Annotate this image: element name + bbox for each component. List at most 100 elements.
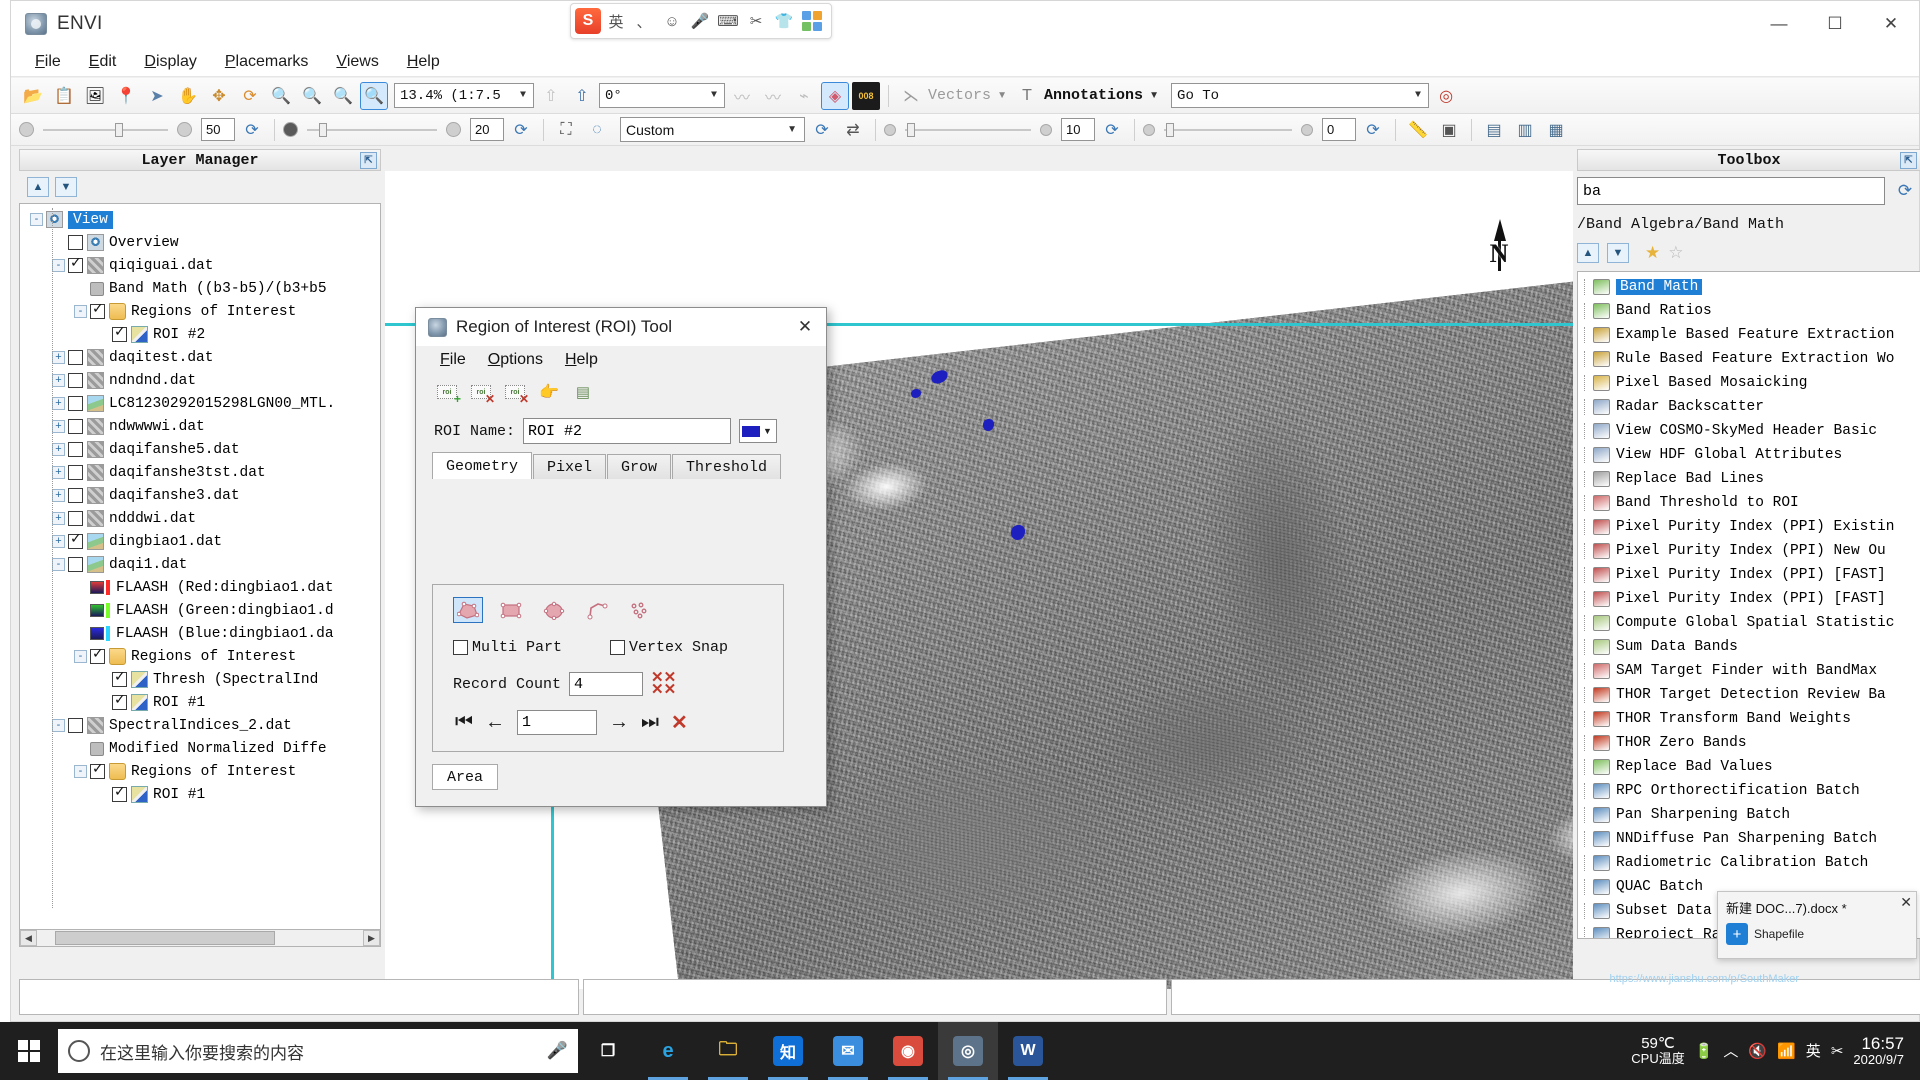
chevron-down-icon[interactable]: ▼ <box>1146 82 1162 110</box>
vectors-label[interactable]: Vectors <box>928 87 991 104</box>
toolbox-item-label[interactable]: Pan Sharpening Batch <box>1616 807 1790 823</box>
polygon-roi-icon[interactable] <box>453 597 483 623</box>
toolbox-item[interactable]: THOR Transform Band Weights <box>1578 707 1920 731</box>
annotations-icon[interactable]: T <box>1013 82 1041 110</box>
toolbox-search-input[interactable]: ba <box>1577 177 1885 205</box>
toolbox-item-label[interactable]: THOR Target Detection Review Ba <box>1616 687 1886 703</box>
contrast-slider[interactable] <box>307 122 437 137</box>
menu-edit[interactable]: Edit <box>77 50 129 74</box>
vertex-snap-checkbox[interactable] <box>610 640 626 655</box>
reset-stretch-icon[interactable]: ⟳ <box>808 116 836 144</box>
roi-name-input[interactable]: ROI #2 <box>523 418 732 444</box>
toolbox-item[interactable]: Sum Data Bands <box>1578 635 1920 659</box>
stretch-auto-icon[interactable]: ◌ <box>583 116 611 144</box>
layer-tree-item[interactable]: + ndndnd.dat <box>20 369 380 392</box>
record-count-input[interactable]: 4 <box>569 672 644 696</box>
layer-tree-item[interactable]: - SpectralIndices_2.dat <box>20 714 380 737</box>
zoom-level-combo[interactable]: 13.4% (1:7.5 ▼ <box>394 83 534 108</box>
layer-label[interactable]: LC81230292015298LGN00_MTL. <box>109 396 335 412</box>
collapse-icon[interactable]: - <box>74 650 87 663</box>
rotate-icon[interactable]: ⟳ <box>236 82 264 110</box>
point-roi-icon[interactable] <box>625 597 655 623</box>
toolbox-item[interactable]: Pan Sharpening Batch <box>1578 803 1920 827</box>
zoom-to-extent-icon[interactable]: 🔍 <box>267 82 295 110</box>
word-icon[interactable]: W <box>998 1022 1058 1080</box>
layer-tree-item[interactable]: Band Math ((b3-b5)/(b3+b5 <box>20 277 380 300</box>
layer-tree-item[interactable]: - daqi1.dat <box>20 553 380 576</box>
toolbox-item-label[interactable]: Compute Global Spatial Statistic <box>1616 615 1894 631</box>
close-icon[interactable]: ✕ <box>784 308 826 346</box>
menu-placemarks[interactable]: Placemarks <box>213 50 321 74</box>
stretch-region-icon[interactable]: ⛶ <box>552 116 580 144</box>
foxmail-icon[interactable]: ✉ <box>818 1022 878 1080</box>
reset-sharpen-icon[interactable]: ⟳ <box>1098 116 1126 144</box>
measure-icon[interactable]: 📏 <box>1404 116 1432 144</box>
network-icon[interactable]: 📶 <box>1777 1042 1796 1060</box>
chevron-down-icon[interactable]: ▼ <box>994 82 1010 110</box>
ime-toolbox-icon[interactable] <box>799 7 825 35</box>
toolbox-list[interactable]: Band Math Band Ratios Example Based Featur… <box>1577 271 1920 939</box>
cpu-temperature-indicator[interactable]: 59℃ CPU温度 <box>1631 1036 1684 1065</box>
roi-tool-dialog[interactable]: Region of Interest (ROI) Tool ✕ File Opt… <box>415 307 827 807</box>
ime-floating-toolbar[interactable]: S 英 、 ☺ 🎤 ⌨ ✂ 👕 <box>570 3 832 39</box>
task-view-icon[interactable]: ❐ <box>578 1022 638 1080</box>
layer-visibility-checkbox[interactable] <box>90 646 105 664</box>
expand-icon[interactable]: + <box>52 420 65 433</box>
layer-visibility-checkbox[interactable] <box>68 531 83 549</box>
tab-pixel[interactable]: Pixel <box>533 454 607 479</box>
toolbox-item-label[interactable]: NNDiffuse Pan Sharpening Batch <box>1616 831 1877 847</box>
delete-all-roi-icon[interactable]: roi ✕ <box>502 380 529 406</box>
toolbox-item[interactable]: Radiometric Calibration Batch <box>1578 851 1920 875</box>
polyline-roi-icon[interactable] <box>582 597 612 623</box>
toolbox-item[interactable]: Replace Bad Lines <box>1578 467 1920 491</box>
toolbox-item-label[interactable]: View HDF Global Attributes <box>1616 447 1842 463</box>
link-views-icon[interactable]: ⇄ <box>839 116 867 144</box>
layer-visibility-checkbox[interactable] <box>90 301 105 319</box>
toolbox-item[interactable]: THOR Target Detection Review Ba <box>1578 683 1920 707</box>
layer-tree[interactable]: - View Overview - qiqiguai.dat Band Math ((b3… <box>19 203 381 943</box>
toolbox-item-label[interactable]: Pixel Purity Index (PPI) New Ou <box>1616 543 1886 559</box>
reset-brightness-icon[interactable]: ⟳ <box>238 116 266 144</box>
annotations-label[interactable]: Annotations <box>1044 87 1143 104</box>
previous-record-button[interactable]: ← <box>485 711 505 734</box>
layer-label[interactable]: Overview <box>109 235 179 251</box>
expand-icon[interactable]: + <box>52 397 65 410</box>
layer-label[interactable]: daqifanshe5.dat <box>109 442 240 458</box>
scroll-right-button[interactable]: ▶ <box>363 930 380 946</box>
collapse-icon[interactable]: - <box>30 213 43 226</box>
collapse-icon[interactable]: - <box>52 558 65 571</box>
layer-tree-item[interactable]: + daqitest.dat <box>20 346 380 369</box>
layer-label[interactable]: ROI #1 <box>153 695 205 711</box>
view-two-icon[interactable]: ▥ <box>1511 116 1539 144</box>
layer-tree-item[interactable]: Thresh (SpectralInd <box>20 668 380 691</box>
sharpen-knob[interactable] <box>884 123 896 136</box>
menu-file[interactable]: File <box>23 50 73 74</box>
layer-label[interactable]: ndddwi.dat <box>109 511 196 527</box>
layer-tree-item[interactable]: + daqifanshe3.dat <box>20 484 380 507</box>
reset-contrast-icon[interactable]: ⟳ <box>507 116 535 144</box>
first-record-button[interactable]: ⏮ <box>455 711 473 734</box>
minimize-button[interactable]: — <box>1751 1 1807 47</box>
collapse-icon[interactable]: - <box>74 305 87 318</box>
layer-label[interactable]: qiqiguai.dat <box>109 258 213 274</box>
ime-language-label[interactable]: 英 <box>603 7 629 35</box>
tab-geometry[interactable]: Geometry <box>432 452 533 479</box>
layer-label[interactable]: SpectralIndices_2.dat <box>109 718 292 734</box>
layer-tree-item[interactable]: - Regions of Interest <box>20 760 380 783</box>
layer-tree-item[interactable]: ROI #2 <box>20 323 380 346</box>
delete-roi-icon[interactable]: roi ✕ <box>468 380 495 406</box>
layer-label[interactable]: Thresh (SpectralInd <box>153 672 318 688</box>
portal-icon[interactable]: ▣ <box>1435 116 1463 144</box>
taskbar-search-box[interactable]: 在这里输入你要搜索的内容 🎤 <box>58 1029 578 1073</box>
pixel-locator-icon[interactable]: 008 <box>852 81 880 110</box>
tab-area[interactable]: Area <box>432 764 499 790</box>
menu-help[interactable]: Help <box>395 50 452 74</box>
refresh-icon[interactable]: ⟳ <box>1891 177 1919 205</box>
toolbox-item-label[interactable]: Replace Bad Lines <box>1616 471 1764 487</box>
layer-visibility-checkbox[interactable] <box>68 255 83 273</box>
menu-views[interactable]: Views <box>324 50 390 74</box>
layer-label[interactable]: daqifanshe3.dat <box>109 488 240 504</box>
layer-label[interactable]: Band Math ((b3-b5)/(b3+b5 <box>109 281 327 297</box>
expand-icon[interactable]: + <box>52 535 65 548</box>
start-button[interactable] <box>0 1022 58 1080</box>
